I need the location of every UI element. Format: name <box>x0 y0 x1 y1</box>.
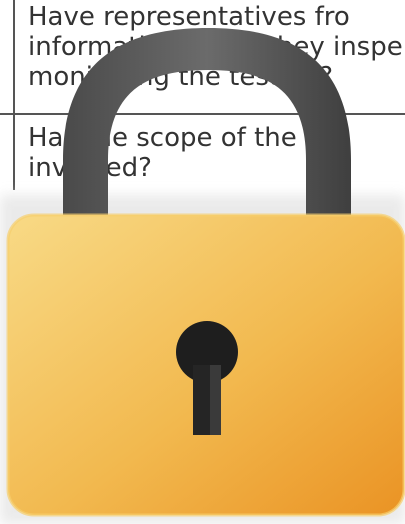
keyhole-slot-shade <box>210 365 221 435</box>
padlock-icon <box>0 28 405 524</box>
